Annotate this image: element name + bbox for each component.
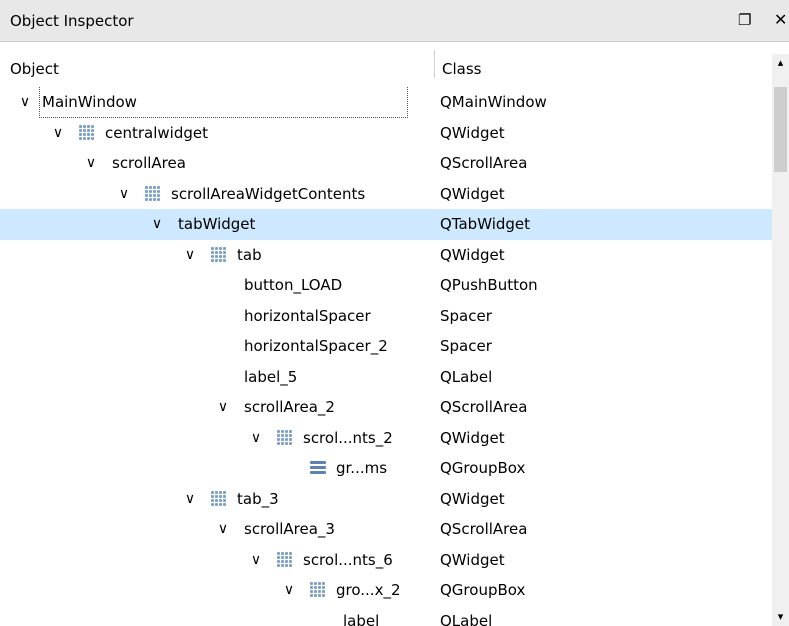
object-name[interactable]: tab bbox=[235, 240, 264, 270]
tree-row[interactable]: ∨ gro...x_2 QGroupBox bbox=[0, 575, 772, 606]
object-class: QLabel bbox=[440, 611, 493, 626]
chevron-down-icon[interactable]: ∨ bbox=[249, 545, 263, 575]
object-class: QScrollArea bbox=[440, 520, 528, 538]
object-name[interactable]: scrollArea_3 bbox=[242, 514, 337, 544]
object-name[interactable]: horizontalSpacer bbox=[242, 301, 373, 331]
tree-row[interactable]: ∨ scrol...nts_6 QWidget bbox=[0, 545, 772, 576]
chevron-down-icon[interactable]: ∨ bbox=[183, 240, 197, 270]
object-class: QWidget bbox=[440, 489, 505, 508]
tree-row[interactable]: ∨ MainWindow QMainWindow bbox=[0, 87, 772, 118]
object-name[interactable]: scrol...nts_2 bbox=[301, 423, 395, 453]
object-class: QGroupBox bbox=[440, 581, 526, 599]
grid-layout-icon bbox=[310, 582, 325, 597]
object-class: Spacer bbox=[440, 306, 492, 325]
chevron-down-icon[interactable]: ∨ bbox=[216, 514, 230, 544]
chevron-down-icon[interactable]: ∨ bbox=[150, 209, 164, 239]
object-class: QWidget bbox=[440, 428, 505, 447]
object-class: QScrollArea bbox=[440, 398, 528, 416]
tree-row[interactable]: label_5 QLabel bbox=[0, 362, 772, 393]
object-name[interactable]: label_5 bbox=[242, 362, 299, 392]
grid-layout-icon bbox=[211, 490, 226, 506]
float-window-icon[interactable]: ❐ bbox=[738, 11, 751, 29]
object-name[interactable]: tab_3 bbox=[235, 484, 281, 514]
scrollbar-thumb[interactable] bbox=[774, 87, 787, 172]
scroll-down-arrow-icon[interactable]: ▾ bbox=[772, 608, 789, 626]
object-name[interactable]: gro...x_2 bbox=[334, 575, 403, 605]
tree-row[interactable]: ∨ scrollArea_3 QScrollArea bbox=[0, 514, 772, 545]
object-name[interactable]: label bbox=[341, 606, 381, 626]
object-name[interactable]: scrollAreaWidgetContents bbox=[169, 179, 367, 209]
chevron-down-icon[interactable]: ∨ bbox=[18, 87, 32, 117]
close-icon[interactable]: ✕ bbox=[774, 10, 787, 29]
object-name[interactable]: scrol...nts_6 bbox=[301, 545, 395, 575]
tree-header: Object Class bbox=[0, 42, 789, 84]
tree-row[interactable]: label QLabel bbox=[0, 606, 772, 626]
object-class: QMainWindow bbox=[440, 93, 547, 111]
tree-row[interactable]: horizontalSpacer Spacer bbox=[0, 301, 772, 332]
chevron-down-icon[interactable]: ∨ bbox=[84, 148, 98, 178]
chevron-down-icon[interactable]: ∨ bbox=[249, 423, 263, 453]
object-name[interactable]: horizontalSpacer_2 bbox=[242, 331, 390, 361]
object-name[interactable]: MainWindow bbox=[39, 87, 408, 118]
tree-row[interactable]: ∨ tab QWidget bbox=[0, 240, 772, 271]
object-class: Spacer bbox=[440, 337, 492, 355]
chevron-down-icon[interactable]: ∨ bbox=[216, 392, 230, 422]
object-class: QTabWidget bbox=[440, 215, 531, 233]
tree-row[interactable]: ∨ centralwidget QWidget bbox=[0, 118, 772, 149]
object-class: QWidget bbox=[440, 550, 505, 569]
object-class: QWidget bbox=[440, 184, 505, 203]
object-class: QWidget bbox=[440, 245, 505, 264]
chevron-down-icon[interactable]: ∨ bbox=[183, 484, 197, 514]
tree-row[interactable]: ∨ scrollAreaWidgetContents QWidget bbox=[0, 179, 772, 210]
grid-layout-icon bbox=[211, 246, 226, 262]
object-name[interactable]: gr...ms bbox=[334, 453, 389, 483]
chevron-down-icon[interactable]: ∨ bbox=[51, 118, 65, 148]
object-class: QPushButton bbox=[440, 276, 538, 294]
object-name[interactable]: tabWidget bbox=[176, 209, 257, 239]
object-class: QScrollArea bbox=[440, 154, 528, 172]
scroll-up-arrow-icon[interactable]: ▴ bbox=[772, 54, 789, 72]
tree-row[interactable]: gr...ms QGroupBox bbox=[0, 453, 772, 484]
grid-layout-icon bbox=[277, 429, 292, 445]
tree-row[interactable]: ∨ tab_3 QWidget bbox=[0, 484, 772, 515]
panel-title-bar: Object Inspector ❐ ✕ bbox=[0, 0, 789, 42]
grid-layout-icon bbox=[277, 551, 292, 567]
object-class: QGroupBox bbox=[440, 459, 526, 477]
group-box-icon bbox=[310, 461, 326, 475]
tree-row[interactable]: ∨ scrollArea QScrollArea bbox=[0, 148, 772, 179]
chevron-down-icon[interactable]: ∨ bbox=[282, 575, 296, 605]
tree-row[interactable]: horizontalSpacer_2 Spacer bbox=[0, 331, 772, 362]
column-header-class[interactable]: Class bbox=[442, 60, 481, 78]
chevron-down-icon[interactable]: ∨ bbox=[117, 179, 131, 209]
header-divider bbox=[434, 50, 435, 78]
object-class: QWidget bbox=[440, 123, 505, 142]
tree-row[interactable]: ∨ scrollArea_2 QScrollArea bbox=[0, 392, 772, 423]
grid-layout-icon bbox=[79, 124, 94, 140]
column-header-object[interactable]: Object bbox=[10, 60, 59, 78]
panel-title: Object Inspector bbox=[10, 12, 134, 30]
object-name[interactable]: button_LOAD bbox=[242, 270, 344, 300]
grid-layout-icon bbox=[145, 185, 160, 201]
object-tree[interactable]: ∨ MainWindow QMainWindow ∨ centralwidget QWid… bbox=[0, 87, 772, 626]
object-name[interactable]: scrollArea bbox=[110, 148, 188, 178]
object-class: QLabel bbox=[440, 367, 493, 386]
tree-row[interactable]: button_LOAD QPushButton bbox=[0, 270, 772, 301]
tree-row[interactable]: ∨ tabWidget QTabWidget bbox=[0, 209, 772, 240]
object-name[interactable]: centralwidget bbox=[103, 118, 210, 148]
object-name[interactable]: scrollArea_2 bbox=[242, 392, 337, 422]
tree-row[interactable]: ∨ scrol...nts_2 QWidget bbox=[0, 423, 772, 454]
